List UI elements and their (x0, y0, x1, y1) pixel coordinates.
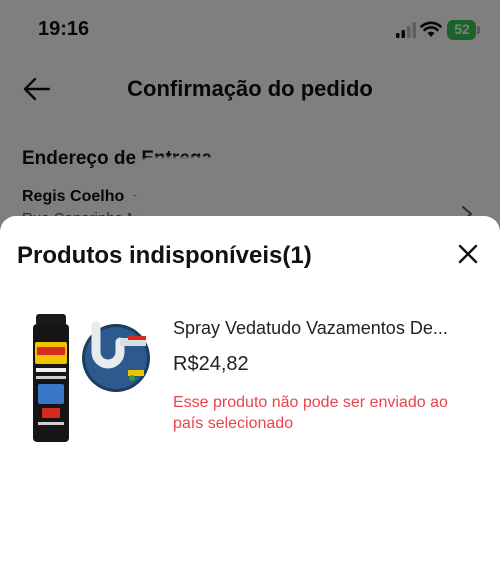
product-image (24, 312, 152, 447)
unavailable-products-sheet: Produtos indisponíveis(1) Spray Vedatudo… (0, 216, 500, 577)
sheet-title: Produtos indisponíveis(1) (17, 242, 312, 269)
product-price: R$24,82 (173, 353, 249, 375)
product-item[interactable]: Spray Vedatudo Vazamentos De... R$24,82 … (0, 312, 500, 462)
close-icon[interactable] (456, 242, 480, 266)
product-name: Spray Vedatudo Vazamentos De... (173, 318, 448, 338)
product-error-message: Esse produto não pode ser enviado ao paí… (173, 394, 448, 432)
